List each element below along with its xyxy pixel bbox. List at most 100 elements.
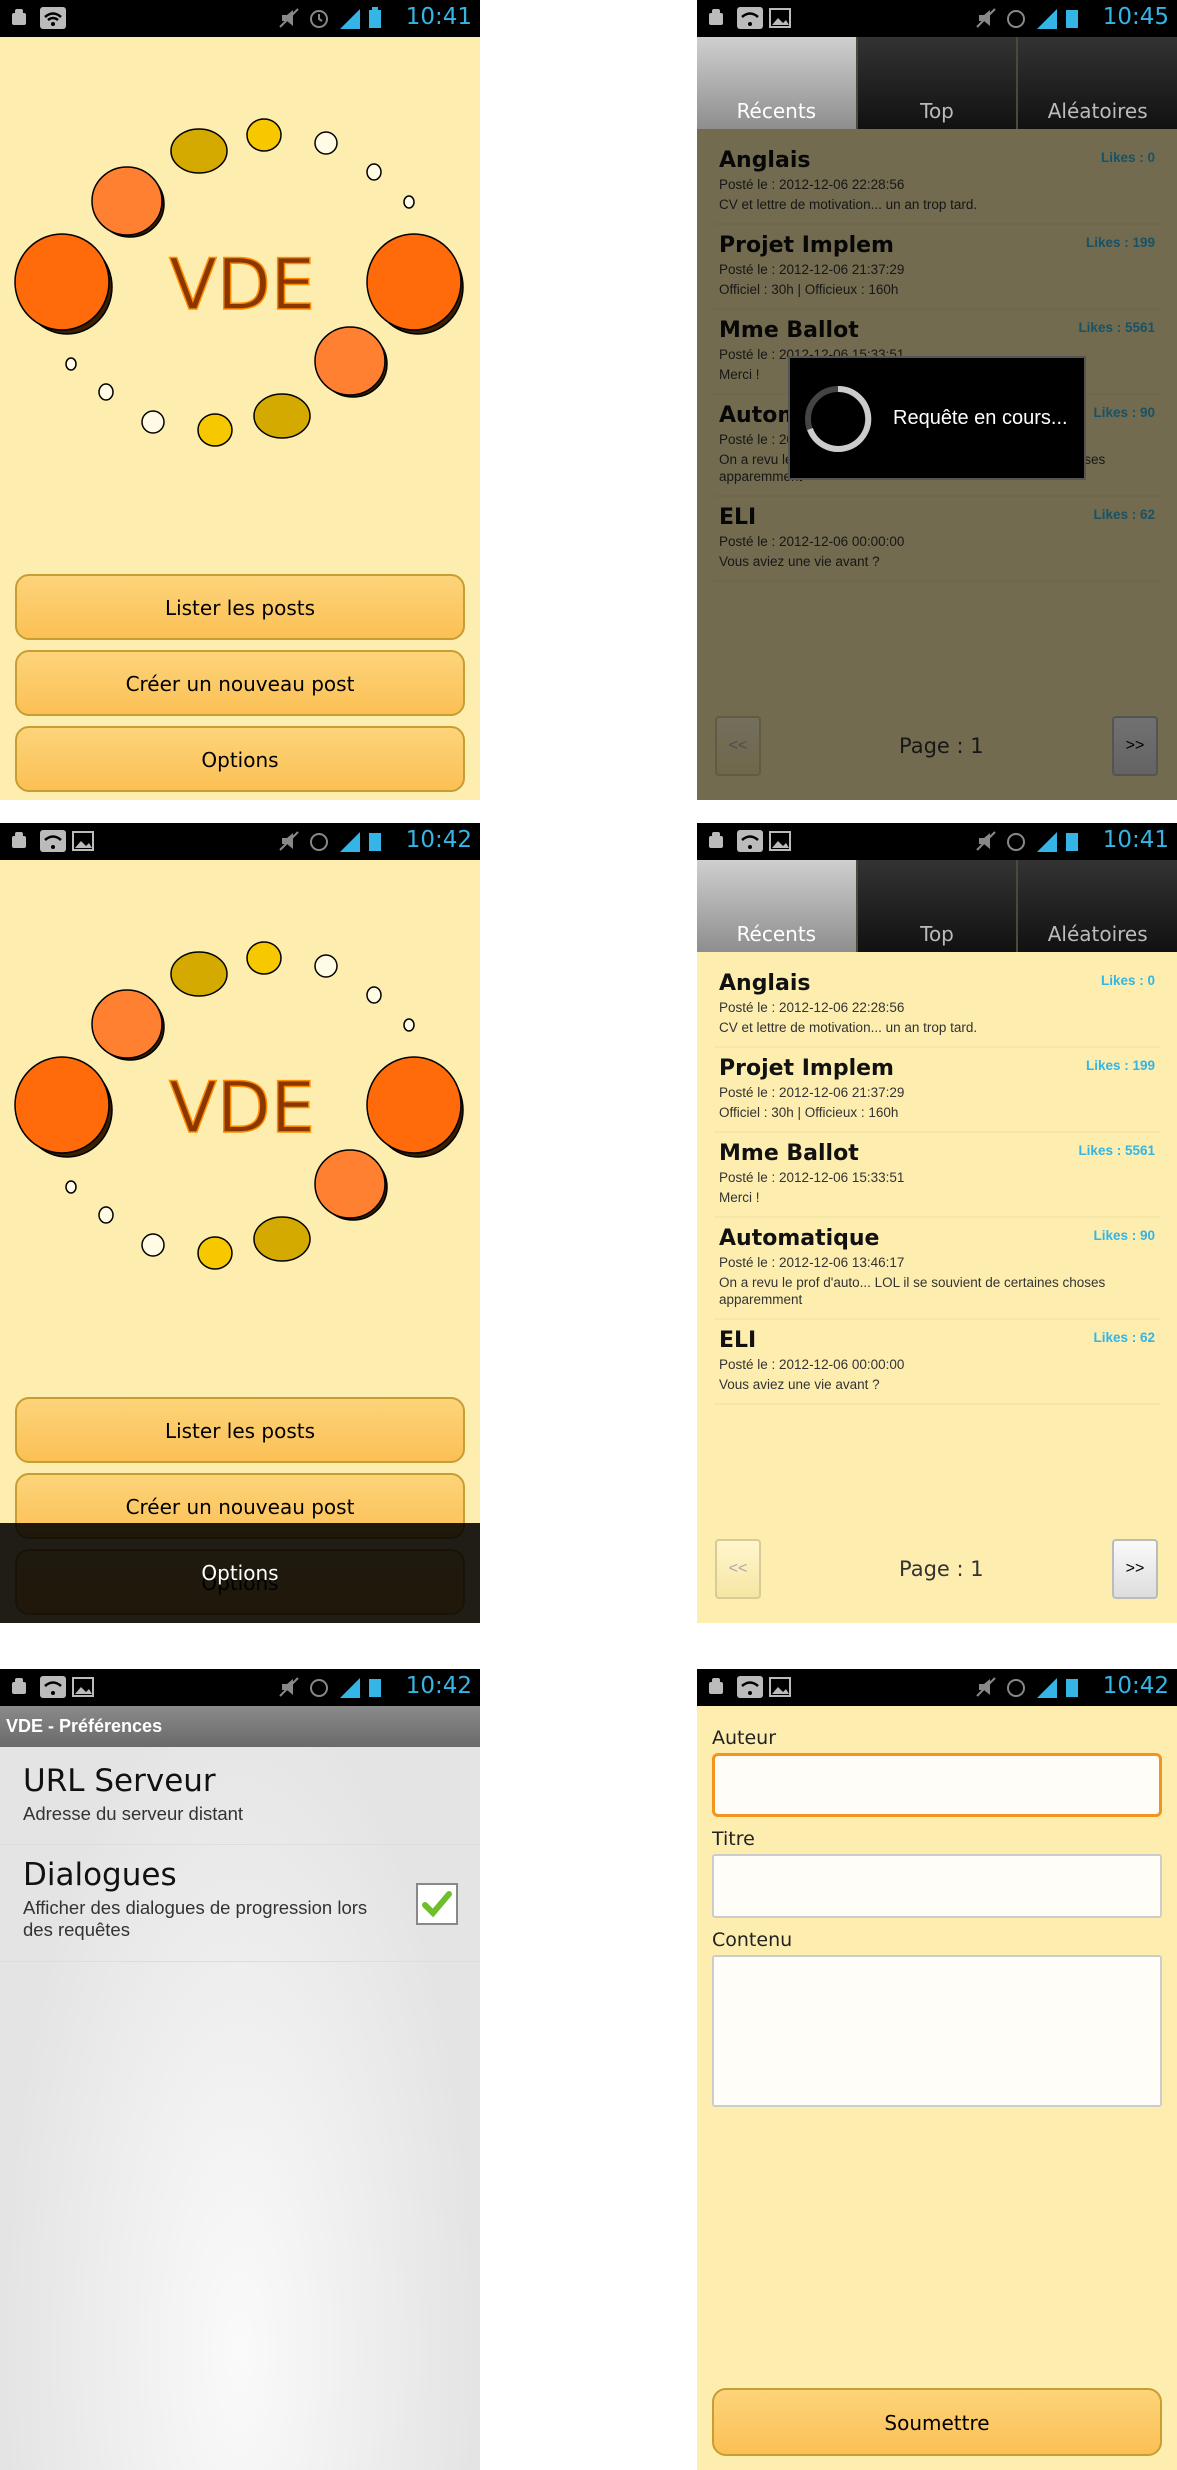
image-icon <box>769 1676 791 1698</box>
android-debug-icon <box>8 1676 30 1698</box>
battery-icon <box>1065 1676 1087 1698</box>
submit-button[interactable]: Soumettre <box>712 2388 1162 2456</box>
clock: 10:42 <box>405 827 472 853</box>
android-debug-icon <box>705 1676 727 1698</box>
status-bar: 10:41 <box>697 823 1177 860</box>
title-field[interactable] <box>712 1854 1162 1918</box>
content-field[interactable] <box>712 1955 1162 2107</box>
loading-text: Requête en cours... <box>893 407 1068 429</box>
tab-top[interactable]: Top <box>857 860 1019 952</box>
list-item[interactable]: Automatique Posté le : 2012-12-06 13:46:1… <box>714 1218 1160 1320</box>
post-content: Merci ! <box>719 1190 760 1205</box>
image-icon <box>769 7 791 29</box>
mute-icon <box>278 830 300 852</box>
android-debug-icon <box>8 830 30 852</box>
post-title: ELI <box>719 1328 757 1353</box>
alarm-icon <box>308 1676 330 1698</box>
next-page-button[interactable]: >> <box>1112 1539 1158 1599</box>
list-item[interactable]: ELI Posté le : 2012-12-06 00:00:00 Vous av… <box>714 1320 1160 1405</box>
content-label: Contenu <box>712 1929 793 1951</box>
wifi-icon <box>737 1676 763 1698</box>
screen-preferences: 10:42 VDE - Préférences URL Serveur Adre… <box>0 1669 480 2470</box>
tab-recents[interactable]: Récents <box>697 860 858 952</box>
prev-page-button[interactable]: << <box>715 1539 761 1599</box>
list-posts-button[interactable]: Lister les posts <box>15 1397 465 1463</box>
screen-home: 10:41 VDE Lister les posts Créer un nouv… <box>0 0 480 800</box>
wifi-icon <box>40 1676 66 1698</box>
dialogs-checkbox[interactable] <box>416 1883 458 1925</box>
checkmark-icon <box>422 1891 452 1918</box>
battery-icon <box>368 830 390 852</box>
mute-icon <box>278 7 300 29</box>
list-item[interactable]: Projet ImplemPosté le : 2012-12-06 21:37… <box>714 1048 1160 1133</box>
post-date: Posté le : 2012-12-06 22:28:56 <box>719 1000 905 1015</box>
vde-logo: VDE <box>14 941 464 1270</box>
pref-summary: Afficher des dialogues de progression lo… <box>23 1897 368 1940</box>
screen-home-menu: 10:42 VDE Lister les posts Créer un nouv… <box>0 823 480 1623</box>
wifi-icon <box>737 830 763 852</box>
list-item[interactable]: Anglais Posté le : 2012-12-06 22:28:56 CV … <box>714 963 1160 1048</box>
tab-bar: Récents Top Aléatoires <box>697 37 1177 129</box>
post-content: On a revu le prof d'auto... LOL il se so… <box>719 1275 1106 1307</box>
mute-icon <box>975 1676 997 1698</box>
status-bar: 10:41 <box>0 0 480 37</box>
post-list: Anglais Posté le : 2012-12-06 22:28:56 CV … <box>714 963 1160 1405</box>
pref-summary: Adresse du serveur distant <box>23 1803 244 1824</box>
post-date: Posté le : 2012-12-06 21:37:29 <box>719 1085 905 1100</box>
tab-bar: Récents Top Aléatoires <box>697 860 1177 952</box>
signal-icon <box>1035 7 1057 29</box>
alarm-icon <box>308 830 330 852</box>
android-debug-icon <box>705 7 727 29</box>
clock: 10:41 <box>405 4 472 30</box>
pref-server-url[interactable]: URL Serveur Adresse du serveur distant <box>0 1751 480 1845</box>
signal-icon <box>1035 1676 1057 1698</box>
tab-recents[interactable]: Récents <box>697 37 858 129</box>
post-date: Posté le : 2012-12-06 13:46:17 <box>719 1255 905 1270</box>
options-button[interactable]: Options <box>15 726 465 792</box>
list-posts-button[interactable]: Lister les posts <box>15 574 465 640</box>
android-debug-icon <box>705 830 727 852</box>
alarm-icon <box>308 7 330 29</box>
post-date: Posté le : 2012-12-06 15:33:51 <box>719 1170 905 1185</box>
tab-aleatoires[interactable]: Aléatoires <box>1018 37 1177 129</box>
mute-icon <box>278 1676 300 1698</box>
signal-icon <box>338 1676 360 1698</box>
preferences-title: VDE - Préférences <box>0 1706 480 1747</box>
pref-title: URL Serveur <box>23 1763 216 1799</box>
status-bar: 10:42 <box>0 823 480 860</box>
author-field[interactable] <box>712 1753 1162 1817</box>
list-item[interactable]: Mme BallotPosté le : 2012-12-06 15:33:51… <box>714 1133 1160 1218</box>
screen-new-post: 10:42 Auteur Titre Contenu Soumettre <box>697 1669 1177 2470</box>
alarm-icon <box>1005 1676 1027 1698</box>
options-menu-item[interactable]: Options <box>0 1523 480 1623</box>
signal-icon <box>338 830 360 852</box>
post-date: Posté le : 2012-12-06 00:00:00 <box>719 1357 905 1372</box>
battery-icon <box>368 1676 390 1698</box>
post-content: Officiel : 30h | Officieux : 160h <box>719 1105 899 1120</box>
screen-posts-loading: 10:45 Récents Top Aléatoires AnglaisPost… <box>697 0 1177 800</box>
signal-icon <box>338 7 360 29</box>
page-indicator: Page : 1 <box>899 1557 984 1581</box>
post-content: Vous aviez une vie avant ? <box>719 1377 880 1392</box>
screen-posts: 10:41 Récents Top Aléatoires Anglais Post… <box>697 823 1177 1623</box>
signal-icon <box>1035 830 1057 852</box>
vde-logo: VDE <box>14 118 464 447</box>
options-menu-panel: Options <box>0 1523 480 1623</box>
pref-dialogs[interactable]: Dialogues Afficher des dialogues de prog… <box>0 1845 480 1962</box>
create-post-button[interactable]: Créer un nouveau post <box>15 650 465 716</box>
tab-top[interactable]: Top <box>857 37 1019 129</box>
post-likes: Likes : 90 <box>1093 1228 1155 1243</box>
post-likes: Likes : 0 <box>1100 973 1155 988</box>
post-likes: Likes : 62 <box>1093 1330 1155 1345</box>
svg-text:VDE: VDE <box>169 1067 315 1149</box>
image-icon <box>72 1676 94 1698</box>
alarm-icon <box>1005 7 1027 29</box>
clock: 10:45 <box>1102 4 1169 30</box>
title-label: Titre <box>712 1828 755 1850</box>
loading-dialog: Requête en cours... <box>788 356 1086 480</box>
image-icon <box>769 830 791 852</box>
tab-aleatoires[interactable]: Aléatoires <box>1018 860 1177 952</box>
clock: 10:42 <box>1102 1673 1169 1699</box>
battery-icon <box>1065 7 1087 29</box>
wifi-icon <box>737 7 763 29</box>
